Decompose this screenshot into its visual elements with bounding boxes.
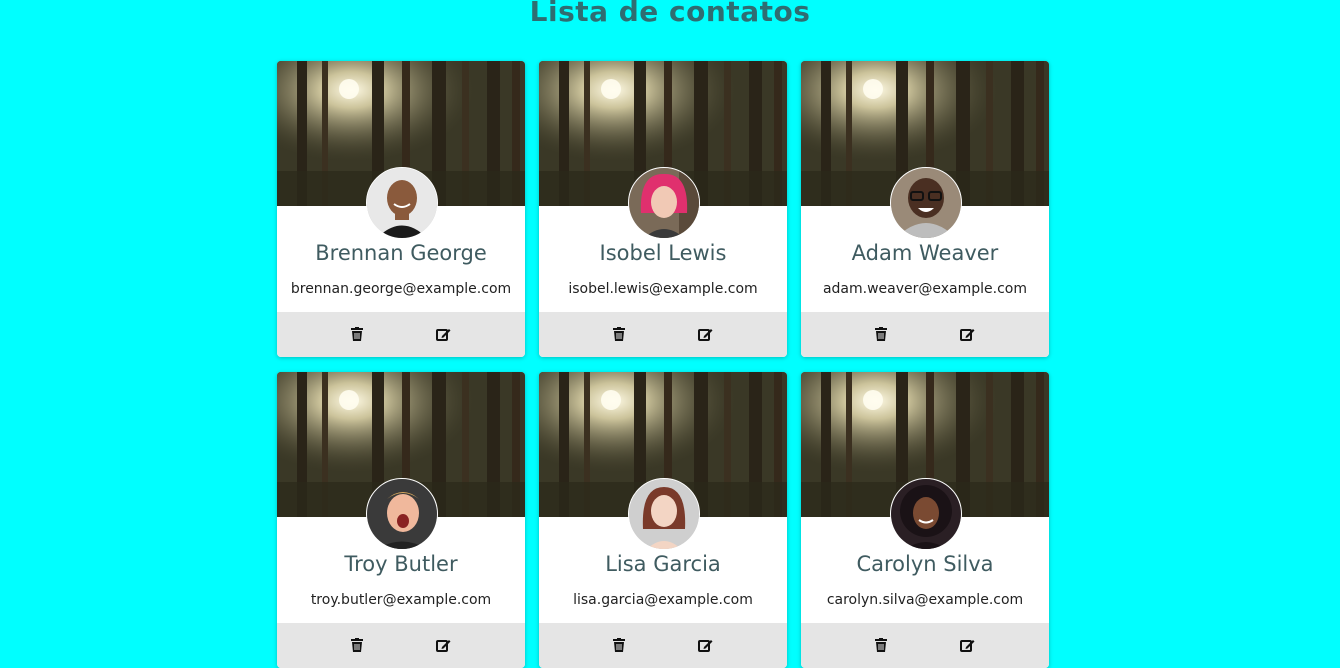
contact-name: Troy Butler — [344, 552, 458, 576]
contact-name: Lisa Garcia — [605, 552, 721, 576]
trash-icon — [613, 638, 625, 652]
contact-email: adam.weaver@example.com — [822, 281, 1028, 297]
contact-card-1: Brennan George brennan.george@example.co… — [277, 61, 525, 357]
avatar-excited-man — [366, 478, 438, 550]
contact-email: lisa.garcia@example.com — [573, 592, 753, 608]
avatar-bald-man — [366, 167, 438, 239]
card-actions — [539, 623, 787, 668]
contact-name: Isobel Lewis — [599, 241, 727, 265]
contact-card-2: Isobel Lewis isobel.lewis@example.com — [539, 61, 787, 357]
avatar-man-glasses — [890, 167, 962, 239]
delete-button[interactable] — [609, 324, 629, 344]
trash-icon — [875, 327, 887, 341]
contact-card-3: Adam Weaver adam.weaver@example.com — [801, 61, 1049, 357]
edit-icon — [697, 328, 712, 341]
contact-card-5: Lisa Garcia lisa.garcia@example.com — [539, 372, 787, 668]
trash-icon — [875, 638, 887, 652]
delete-button[interactable] — [347, 324, 367, 344]
contact-name: Carolyn Silva — [856, 552, 994, 576]
delete-button[interactable] — [871, 324, 891, 344]
edit-button[interactable] — [695, 324, 715, 344]
trash-icon — [613, 327, 625, 341]
card-actions — [277, 623, 525, 668]
contact-email: carolyn.silva@example.com — [826, 592, 1024, 608]
edit-icon — [959, 639, 974, 652]
edit-icon — [697, 639, 712, 652]
card-actions — [801, 623, 1049, 668]
delete-button[interactable] — [871, 635, 891, 655]
avatar-curly-hair-woman — [890, 478, 962, 550]
edit-button[interactable] — [957, 635, 977, 655]
trash-icon — [351, 638, 363, 652]
edit-icon — [435, 328, 450, 341]
contact-email: isobel.lewis@example.com — [568, 281, 758, 297]
page-title: Lista de contatos — [529, 0, 811, 28]
contact-card-4: Troy Butler troy.butler@example.com — [277, 372, 525, 668]
edit-button[interactable] — [433, 635, 453, 655]
contact-name: Brennan George — [315, 241, 487, 265]
edit-button[interactable] — [957, 324, 977, 344]
contact-email: brennan.george@example.com — [290, 281, 512, 297]
contact-name: Adam Weaver — [851, 241, 999, 265]
delete-button[interactable] — [347, 635, 367, 655]
avatar-pink-hair-woman — [628, 167, 700, 239]
card-actions — [277, 312, 525, 357]
edit-icon — [435, 639, 450, 652]
trash-icon — [351, 327, 363, 341]
edit-icon — [959, 328, 974, 341]
contact-grid: Brennan George brennan.george@example.co… — [277, 61, 1049, 668]
card-actions — [539, 312, 787, 357]
contact-card-6: Carolyn Silva carolyn.silva@example.com — [801, 372, 1049, 668]
delete-button[interactable] — [609, 635, 629, 655]
edit-button[interactable] — [695, 635, 715, 655]
contact-email: troy.butler@example.com — [310, 592, 492, 608]
edit-button[interactable] — [433, 324, 453, 344]
avatar-brown-hair-woman — [628, 478, 700, 550]
card-actions — [801, 312, 1049, 357]
